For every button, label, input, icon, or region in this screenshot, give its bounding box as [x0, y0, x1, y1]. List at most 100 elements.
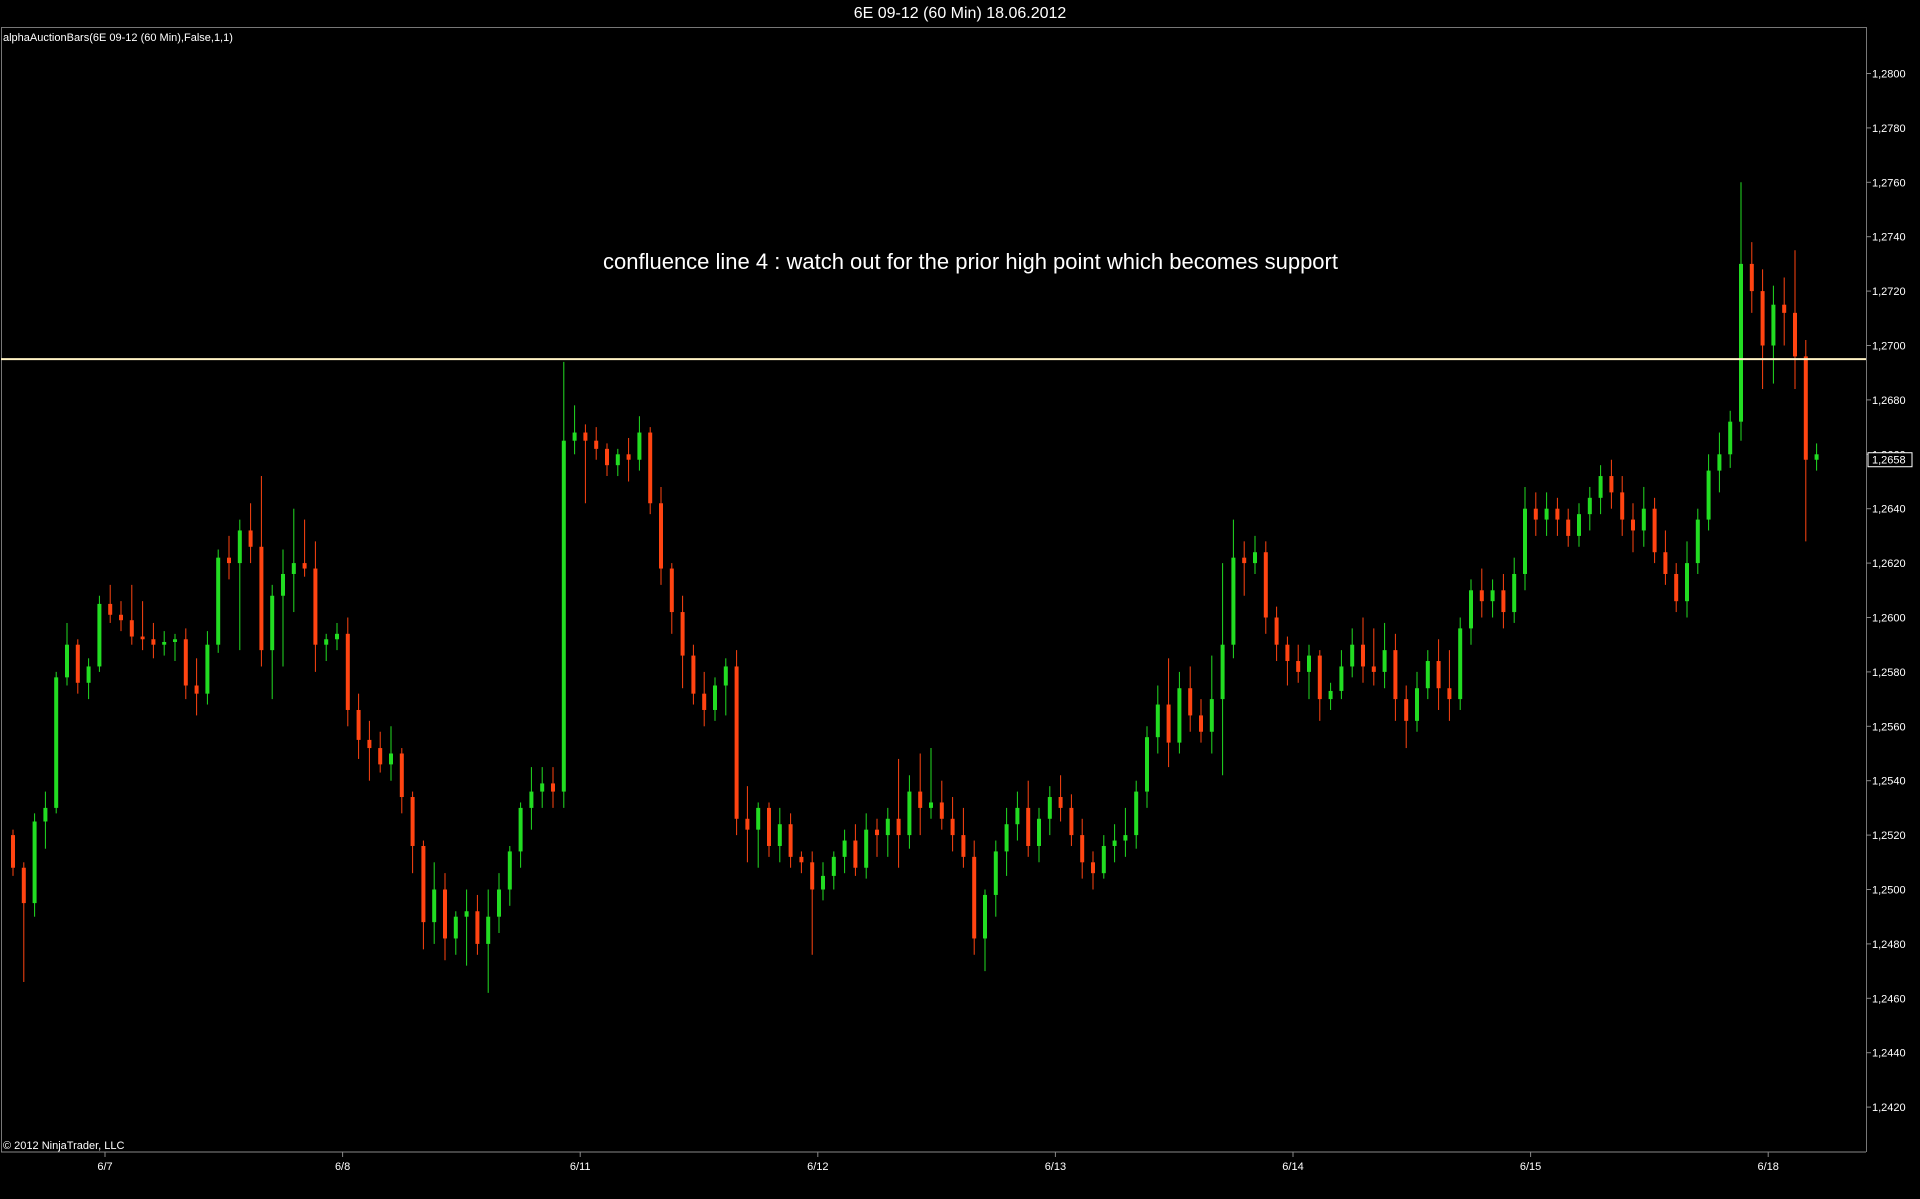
candle	[1663, 530, 1668, 585]
candle-body	[767, 807, 771, 846]
candle	[1091, 851, 1095, 890]
candle-body	[507, 851, 512, 890]
candle	[486, 889, 491, 993]
candle	[918, 753, 923, 836]
candle	[1155, 685, 1160, 754]
candle-body	[1285, 644, 1290, 662]
candle	[1620, 476, 1625, 536]
candle-body	[842, 840, 847, 857]
candle-body	[939, 802, 944, 819]
candle-body	[1685, 563, 1689, 602]
candle-body	[1425, 661, 1430, 689]
candle	[1242, 541, 1247, 596]
candle	[65, 622, 69, 686]
candle	[205, 631, 210, 705]
candle	[291, 508, 296, 613]
candle-body	[799, 856, 804, 863]
candle-body	[1803, 356, 1808, 460]
candle	[227, 535, 231, 580]
candle	[86, 658, 91, 700]
candle	[1533, 492, 1538, 536]
candle	[1803, 340, 1808, 542]
candle	[259, 476, 264, 667]
candle-body	[1458, 628, 1463, 700]
candle	[1361, 617, 1365, 683]
candle-body	[1004, 824, 1009, 852]
y-tick-label: 1,2600	[1872, 613, 1906, 625]
candle-body	[1544, 508, 1549, 520]
candle-body	[1112, 840, 1117, 846]
candle	[1058, 775, 1063, 822]
candle	[367, 720, 372, 781]
candle-body	[475, 911, 480, 944]
candle-body	[1242, 557, 1247, 564]
candle	[1512, 557, 1517, 623]
candle-body	[162, 641, 167, 645]
candle-body	[637, 432, 642, 460]
candle-body	[1404, 699, 1409, 721]
y-tick-label: 1,2700	[1872, 341, 1906, 353]
candle	[1296, 644, 1301, 683]
candle-body	[594, 440, 599, 449]
candle-body	[356, 709, 361, 740]
y-tick-label: 1,2640	[1872, 504, 1906, 516]
candle	[356, 693, 361, 759]
time-axis: 6/7 6/8 6/11 6/12 6/13 6/14 6/15 6/18	[1, 1151, 1866, 1173]
candle-body	[173, 639, 177, 642]
candle-body	[1317, 655, 1322, 700]
candle	[1749, 242, 1754, 313]
price-chart[interactable]: 1,2420 1,2440 1,2460 1,2480 1,2500 1,2520 1,25…	[0, 0, 1920, 1199]
candle	[270, 584, 275, 700]
candle-body	[1361, 644, 1365, 667]
candle	[464, 889, 469, 966]
candle	[1814, 443, 1819, 471]
candle	[929, 748, 933, 819]
candle-body	[281, 573, 285, 596]
candle-body	[518, 807, 523, 852]
candle	[1447, 650, 1452, 721]
candle	[1782, 277, 1787, 346]
candle-body	[1479, 590, 1484, 602]
x-tick-label: 6/15	[1520, 1161, 1541, 1173]
candle-body	[324, 639, 329, 645]
candle-body	[680, 612, 685, 656]
candle	[1166, 658, 1171, 768]
candle-body	[432, 889, 437, 923]
candle-body	[529, 791, 534, 808]
candle-body	[227, 557, 231, 564]
candle-body	[810, 862, 815, 890]
candle-body	[291, 563, 296, 574]
candle	[313, 541, 318, 672]
candle	[907, 775, 912, 849]
y-tick-label: 1,2800	[1872, 69, 1906, 81]
candle	[54, 671, 59, 814]
candle-body	[345, 633, 350, 710]
candle-body	[1490, 590, 1495, 602]
candle	[983, 889, 987, 972]
candle	[1285, 636, 1290, 686]
candle-body	[821, 875, 825, 890]
x-tick-label: 6/18	[1757, 1161, 1778, 1173]
candle-body	[972, 856, 977, 939]
candle	[32, 813, 37, 917]
candle-body	[929, 802, 933, 808]
y-tick-label: 1,2540	[1872, 776, 1906, 788]
candle	[885, 807, 890, 857]
candle	[950, 797, 955, 852]
copyright-text: © 2012 NinjaTrader, LLC	[3, 1140, 125, 1152]
candle	[713, 677, 717, 721]
candle-body	[1652, 508, 1657, 553]
y-tick-label: 1,2520	[1872, 830, 1906, 842]
candle	[1555, 497, 1560, 536]
candle-body	[1523, 508, 1527, 574]
candle	[11, 829, 15, 876]
candle	[1274, 606, 1279, 662]
candle	[1458, 617, 1463, 710]
candle	[572, 405, 577, 455]
candle-body	[486, 916, 491, 944]
y-tick-label: 1,2500	[1872, 885, 1906, 897]
candle-body	[983, 894, 987, 939]
candle-body	[335, 633, 339, 640]
candle	[1577, 503, 1581, 547]
candle	[583, 424, 588, 504]
